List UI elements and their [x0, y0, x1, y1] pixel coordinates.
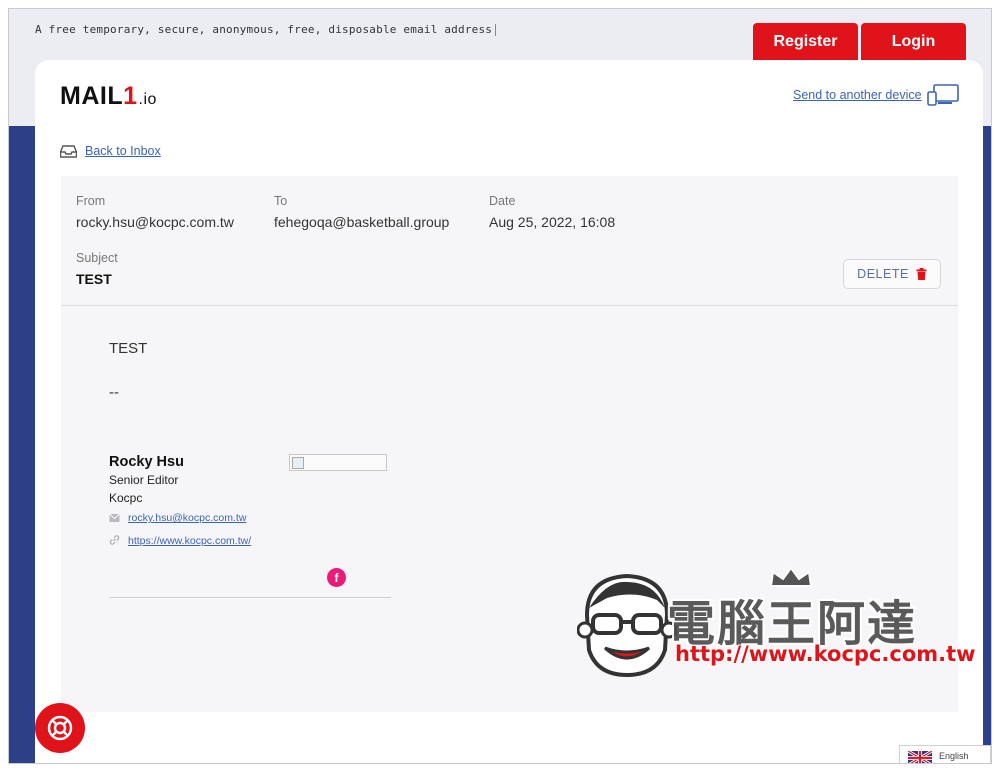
signature-divider [109, 597, 391, 598]
language-label: English [939, 751, 969, 761]
lifebuoy-icon [47, 715, 73, 741]
signature-image [289, 454, 387, 471]
date-value: Aug 25, 2022, 16:08 [489, 214, 616, 230]
link-icon [109, 535, 120, 545]
to-value: fehegoqa@basketball.group [274, 214, 450, 230]
signature-separator: -- [109, 384, 119, 401]
tagline-text: A free temporary, secure, anonymous, fre… [35, 23, 493, 36]
signature-website-link[interactable]: https://www.kocpc.com.tw/ [128, 535, 251, 547]
signature-company: Kocpc [109, 491, 143, 505]
subject-label: Subject [76, 251, 118, 265]
login-button[interactable]: Login [861, 23, 966, 61]
logo-suffix: .io [138, 91, 157, 108]
envelope-icon [109, 513, 120, 522]
date-label: Date [489, 194, 516, 208]
text-cursor [495, 24, 497, 36]
from-value: rocky.hsu@kocpc.com.tw [76, 214, 234, 230]
signature-email-link[interactable]: rocky.hsu@kocpc.com.tw [128, 512, 246, 524]
logo-one: 1 [123, 82, 138, 110]
trash-icon [916, 268, 927, 280]
back-to-inbox[interactable]: Back to Inbox [60, 144, 161, 158]
watermark-url: http://www.kocpc.com.tw [675, 642, 976, 666]
browser-viewport: A free temporary, secure, anonymous, fre… [8, 8, 992, 764]
mascot-face-icon [577, 573, 677, 678]
header-divider [61, 305, 958, 306]
watermark: 電腦王阿達 http://www.kocpc.com.tw [547, 566, 977, 742]
uk-flag-icon [908, 751, 932, 763]
site-logo[interactable]: MAIL1.io [60, 82, 157, 111]
from-label: From [76, 194, 106, 208]
facebook-icon[interactable]: f [327, 568, 346, 587]
send-to-device-link[interactable]: Send to another device [793, 88, 922, 102]
inbox-icon [60, 144, 77, 158]
signature-title: Senior Editor [109, 473, 179, 487]
to-label: To [274, 194, 288, 208]
back-to-inbox-link[interactable]: Back to Inbox [85, 144, 161, 158]
devices-icon[interactable] [927, 84, 959, 106]
logo-text: MAIL [60, 82, 124, 110]
delete-label: DELETE [857, 267, 909, 281]
register-button[interactable]: Register [753, 23, 858, 61]
language-selector[interactable]: English [899, 745, 991, 763]
site-tagline: A free temporary, secure, anonymous, fre… [35, 23, 497, 36]
email-body-text: TEST [109, 340, 148, 357]
help-button[interactable] [35, 703, 85, 753]
signature-name: Rocky Hsu [109, 454, 184, 470]
subject-value: TEST [76, 271, 112, 287]
delete-button[interactable]: DELETE [843, 259, 941, 289]
